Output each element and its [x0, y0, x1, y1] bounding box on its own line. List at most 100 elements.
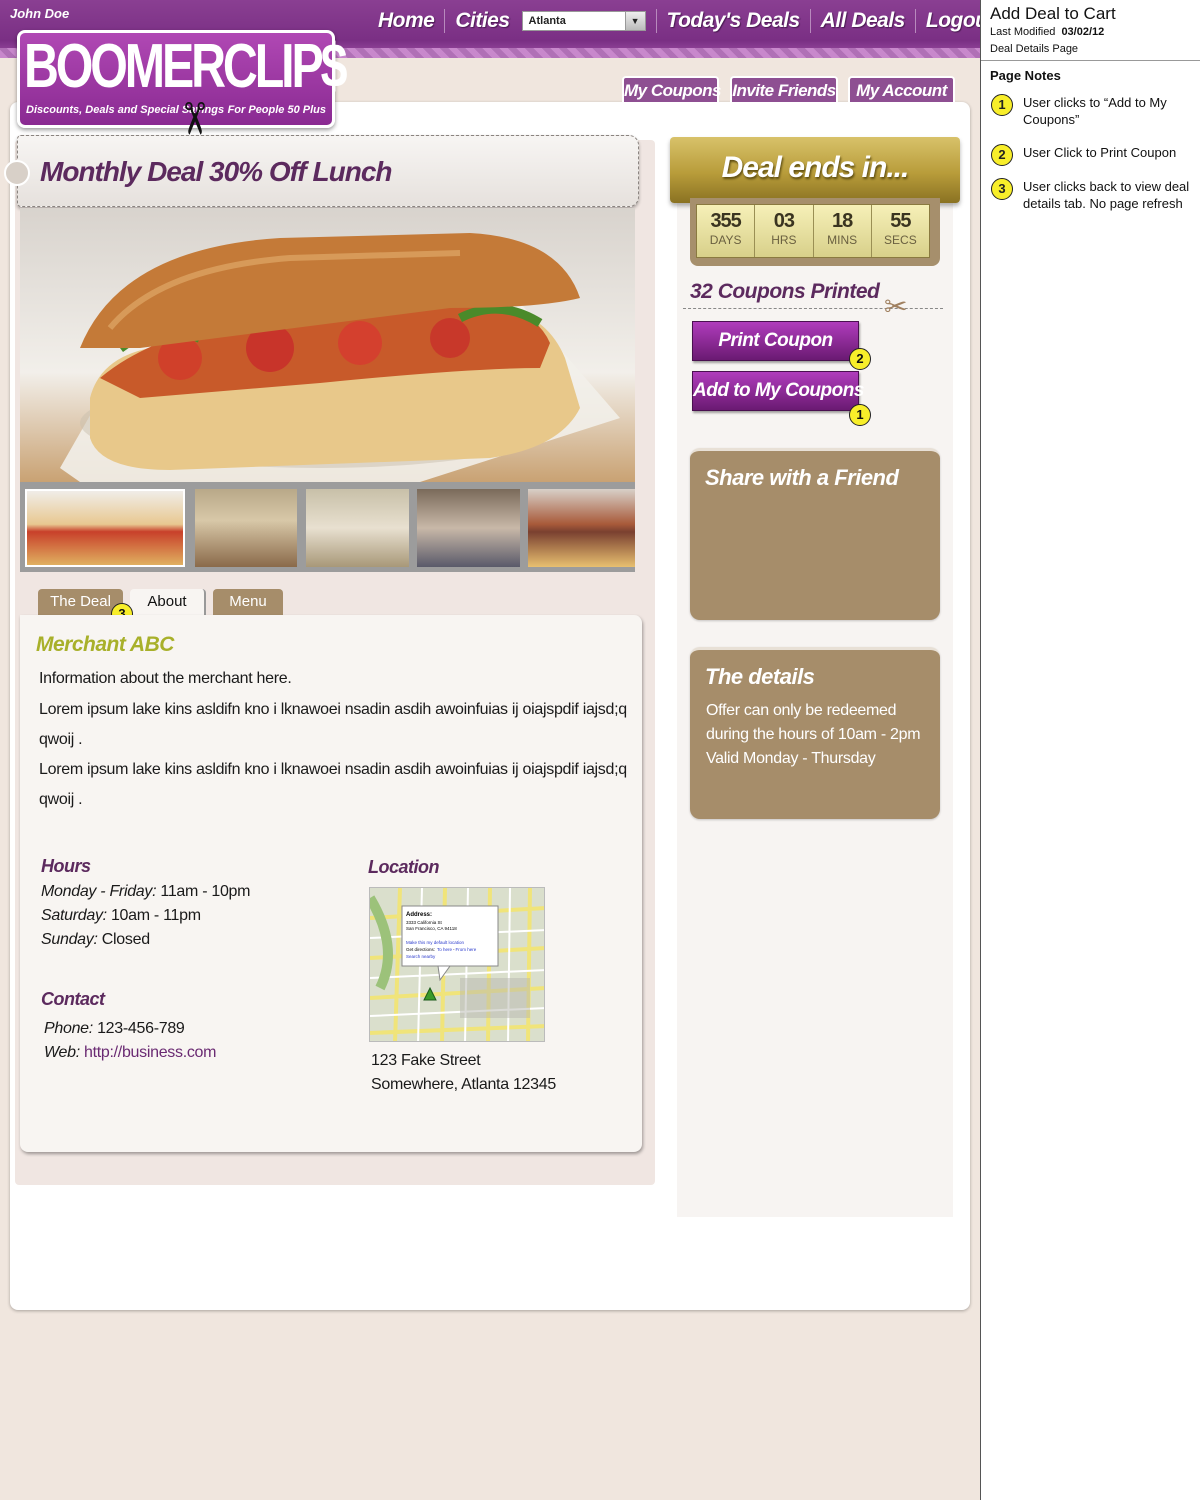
- note-number: 3: [991, 178, 1013, 200]
- note-number: 1: [991, 94, 1013, 116]
- hours-row: Sunday: Closed: [41, 931, 150, 949]
- notes-title: Add Deal to Cart: [990, 4, 1116, 23]
- user-name: John Doe: [10, 6, 70, 21]
- web-label: Web:: [44, 1044, 80, 1061]
- map-popup-search-nearby[interactable]: Search nearby: [406, 954, 436, 959]
- hours-time: Closed: [101, 931, 150, 948]
- countdown-days-unit: DAYS: [709, 233, 742, 247]
- countdown-hours: 03 HRS: [755, 205, 814, 257]
- merchant-intro: Information about the merchant here.: [39, 670, 292, 687]
- countdown-timer: 355 DAYS 03 HRS 18 MINS 55 SECS: [690, 198, 940, 266]
- details-heading: The details: [705, 664, 815, 689]
- hours-heading: Hours: [41, 856, 91, 876]
- map-popup-directions: Get directions: To here-From here: [406, 947, 477, 952]
- hours-day: Monday - Friday:: [41, 883, 157, 900]
- last-modified-date: 03/02/12: [1061, 26, 1105, 38]
- thumbnail-burger[interactable]: [528, 489, 635, 567]
- countdown-seconds: 55 SECS: [872, 205, 929, 257]
- hours-time: 10am - 11pm: [110, 907, 201, 924]
- phone-value: 123-456-789: [97, 1020, 185, 1037]
- notes-page-name: Deal Details Page: [990, 43, 1079, 55]
- note-item: 3 User clicks back to view deal details …: [991, 178, 1191, 212]
- merchant-name: Merchant ABC: [36, 633, 174, 656]
- merchant-para-2-line-2: qwoij .: [39, 791, 83, 808]
- countdown-hours-unit: HRS: [771, 233, 797, 247]
- countdown-days-value: 355: [710, 210, 741, 232]
- about-tab-content: Merchant ABC Information about the merch…: [20, 615, 642, 1152]
- deal-ends-label: Deal ends in...: [721, 151, 910, 184]
- hours-row: Saturday: 10am - 11pm: [41, 907, 201, 925]
- coupons-printed-count: 32 Coupons Printed: [690, 280, 880, 303]
- tab-invite-friends[interactable]: Invite Friends: [730, 76, 838, 102]
- street-map: Address: 3333 California St San Francisc…: [370, 888, 544, 1041]
- deal-ends-banner: Deal ends in...: [670, 137, 960, 203]
- page-notes-panel: Add Deal to Cart Last Modified 03/02/12 D…: [980, 0, 1200, 1500]
- tab-my-coupons[interactable]: My Coupons: [622, 76, 722, 102]
- details-line-2: during the hours of 10am - 2pm: [706, 726, 921, 743]
- thumbnail-sandwich[interactable]: [25, 489, 185, 567]
- tab-my-account[interactable]: My Account: [848, 76, 955, 102]
- deal-hero-image: [20, 208, 635, 482]
- merchant-para-2-line-1: Lorem ipsum lake kins asldifn kno i lkna…: [39, 761, 627, 778]
- boomerclips-logo[interactable]: BOOMERCLIP$ Discounts, Deals and Special…: [17, 30, 347, 137]
- main-nav: Home Cities Atlanta ▼ Today's Deals All …: [378, 6, 1004, 36]
- location-map[interactable]: Address: 3333 California St San Francisc…: [369, 887, 545, 1042]
- details-box: The details Offer can only be redeemed d…: [690, 647, 940, 819]
- thumbnail-dining-room-1[interactable]: [195, 489, 297, 567]
- tab-about[interactable]: About: [130, 589, 206, 615]
- nav-todays-deals[interactable]: Today's Deals: [655, 9, 810, 33]
- deal-title: Monthly Deal 30% Off Lunch: [40, 156, 393, 187]
- sandwich-image: [60, 233, 620, 482]
- map-popup-to-here[interactable]: To here: [437, 947, 453, 952]
- nav-cities[interactable]: Cities: [444, 9, 519, 33]
- tab-menu[interactable]: Menu: [213, 589, 283, 615]
- website-link[interactable]: http://business.com: [84, 1044, 216, 1061]
- deal-title-banner: Monthly Deal 30% Off Lunch: [4, 135, 639, 207]
- notes-heading: Page Notes: [990, 68, 1061, 83]
- nav-home[interactable]: Home: [378, 9, 444, 33]
- marker-2: 2: [849, 348, 871, 370]
- countdown-days: 355 DAYS: [697, 205, 756, 257]
- contact-web: Web: http://business.com: [44, 1044, 216, 1062]
- map-popup-default-link[interactable]: Make this my default location: [406, 940, 465, 945]
- hours-row: Monday - Friday: 11am - 10pm: [41, 883, 250, 901]
- scissors-icon: ✂: [884, 291, 908, 322]
- countdown-minutes-value: 18: [832, 210, 853, 232]
- location-heading: Location: [368, 857, 440, 877]
- logo-brand: BOOMERCLIP$: [24, 32, 347, 101]
- note-item: 2 User Click to Print Coupon: [991, 144, 1191, 166]
- share-with-friend-box: Share with a Friend: [690, 448, 940, 620]
- print-coupon-button[interactable]: Print Coupon: [692, 321, 859, 361]
- thumbnail-dining-room-3[interactable]: [417, 489, 520, 567]
- details-line-3: Valid Monday - Thursday: [706, 750, 876, 767]
- note-text: User clicks back to view deal details ta…: [1023, 179, 1190, 211]
- phone-label: Phone:: [44, 1020, 93, 1037]
- map-popup-from-here[interactable]: From here: [456, 947, 477, 952]
- map-popup-directions-label: Get directions:: [406, 947, 435, 952]
- countdown-seconds-unit: SECS: [884, 233, 917, 247]
- note-text: User clicks to “Add to My Coupons”: [1023, 95, 1167, 127]
- map-popup-title: Address:: [406, 912, 432, 918]
- thumbnail-strip: [20, 482, 635, 572]
- note-item: 1 User clicks to “Add to My Coupons”: [991, 94, 1191, 128]
- nav-all-deals[interactable]: All Deals: [809, 9, 915, 33]
- countdown-minutes: 18 MINS: [814, 205, 872, 257]
- chevron-down-icon[interactable]: ▼: [624, 12, 645, 30]
- share-heading: Share with a Friend: [705, 465, 899, 490]
- details-line-1: Offer can only be redeemed: [706, 702, 897, 719]
- scissors-icon: ✂: [168, 100, 218, 137]
- thumbnail-dining-room-2[interactable]: [306, 489, 409, 567]
- map-popup-line-1: 3333 California St: [406, 920, 443, 925]
- hours-day: Saturday:: [41, 907, 107, 924]
- add-to-my-coupons-button[interactable]: Add to My Coupons: [692, 371, 864, 411]
- contact-heading: Contact: [41, 989, 105, 1009]
- logo-tagline-right: For People 50 Plus: [227, 104, 326, 116]
- city-select[interactable]: Atlanta ▼: [521, 11, 646, 31]
- hours-day: Sunday:: [41, 931, 98, 948]
- address-line-1: 123 Fake Street: [371, 1052, 481, 1069]
- notes-last-modified: Last Modified 03/02/12: [990, 26, 1104, 38]
- note-text: User Click to Print Coupon: [1023, 145, 1177, 160]
- note-number: 2: [991, 144, 1013, 166]
- merchant-para-1-line-1: Lorem ipsum lake kins asldifn kno i lkna…: [39, 701, 627, 718]
- notes-divider: [981, 60, 1200, 61]
